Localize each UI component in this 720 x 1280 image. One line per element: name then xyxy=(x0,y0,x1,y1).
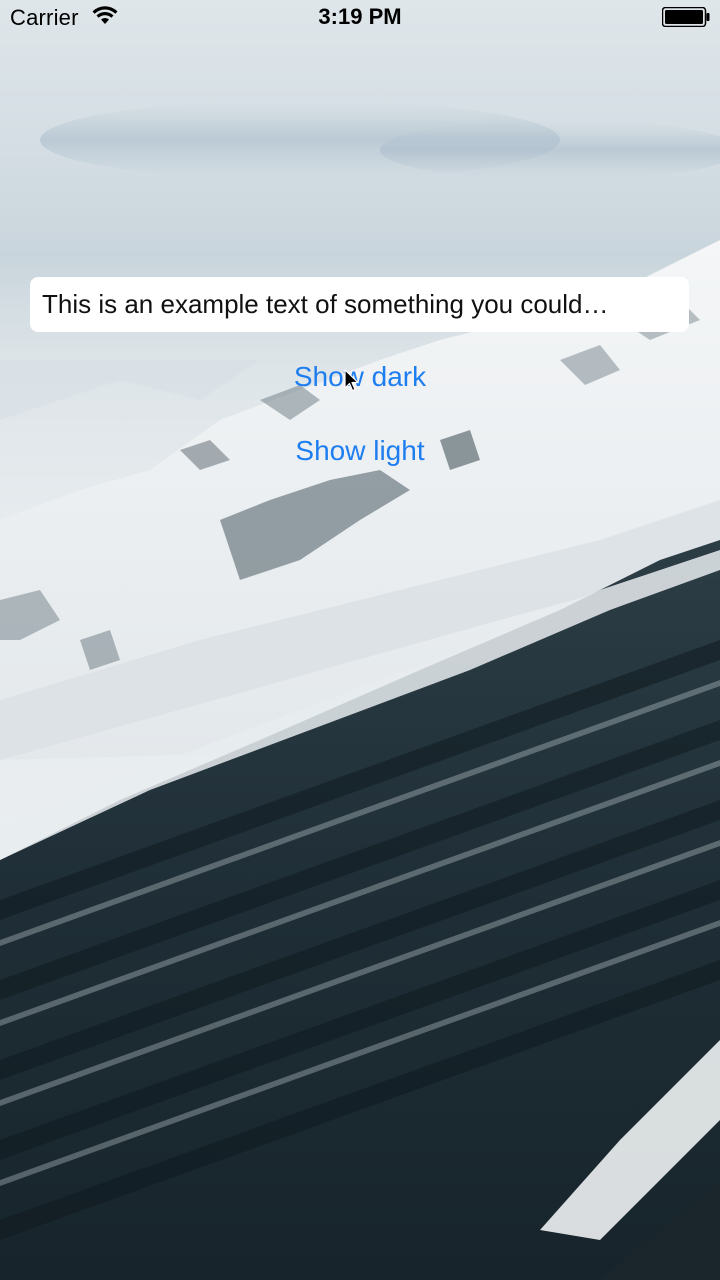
status-bar: Carrier 3:19 PM xyxy=(0,0,720,40)
show-light-button[interactable]: Show light xyxy=(0,435,720,467)
mountain-background-image xyxy=(0,100,720,1280)
app-screen: Carrier 3:19 PM This is an example text … xyxy=(0,0,720,1280)
text-input-field[interactable]: This is an example text of something you… xyxy=(30,277,689,332)
mouse-pointer-icon xyxy=(344,369,359,392)
battery-icon xyxy=(662,7,710,27)
text-field-value: This is an example text of something you… xyxy=(42,289,609,319)
clock: 3:19 PM xyxy=(318,4,402,29)
show-dark-button[interactable]: Show dark xyxy=(0,361,720,393)
